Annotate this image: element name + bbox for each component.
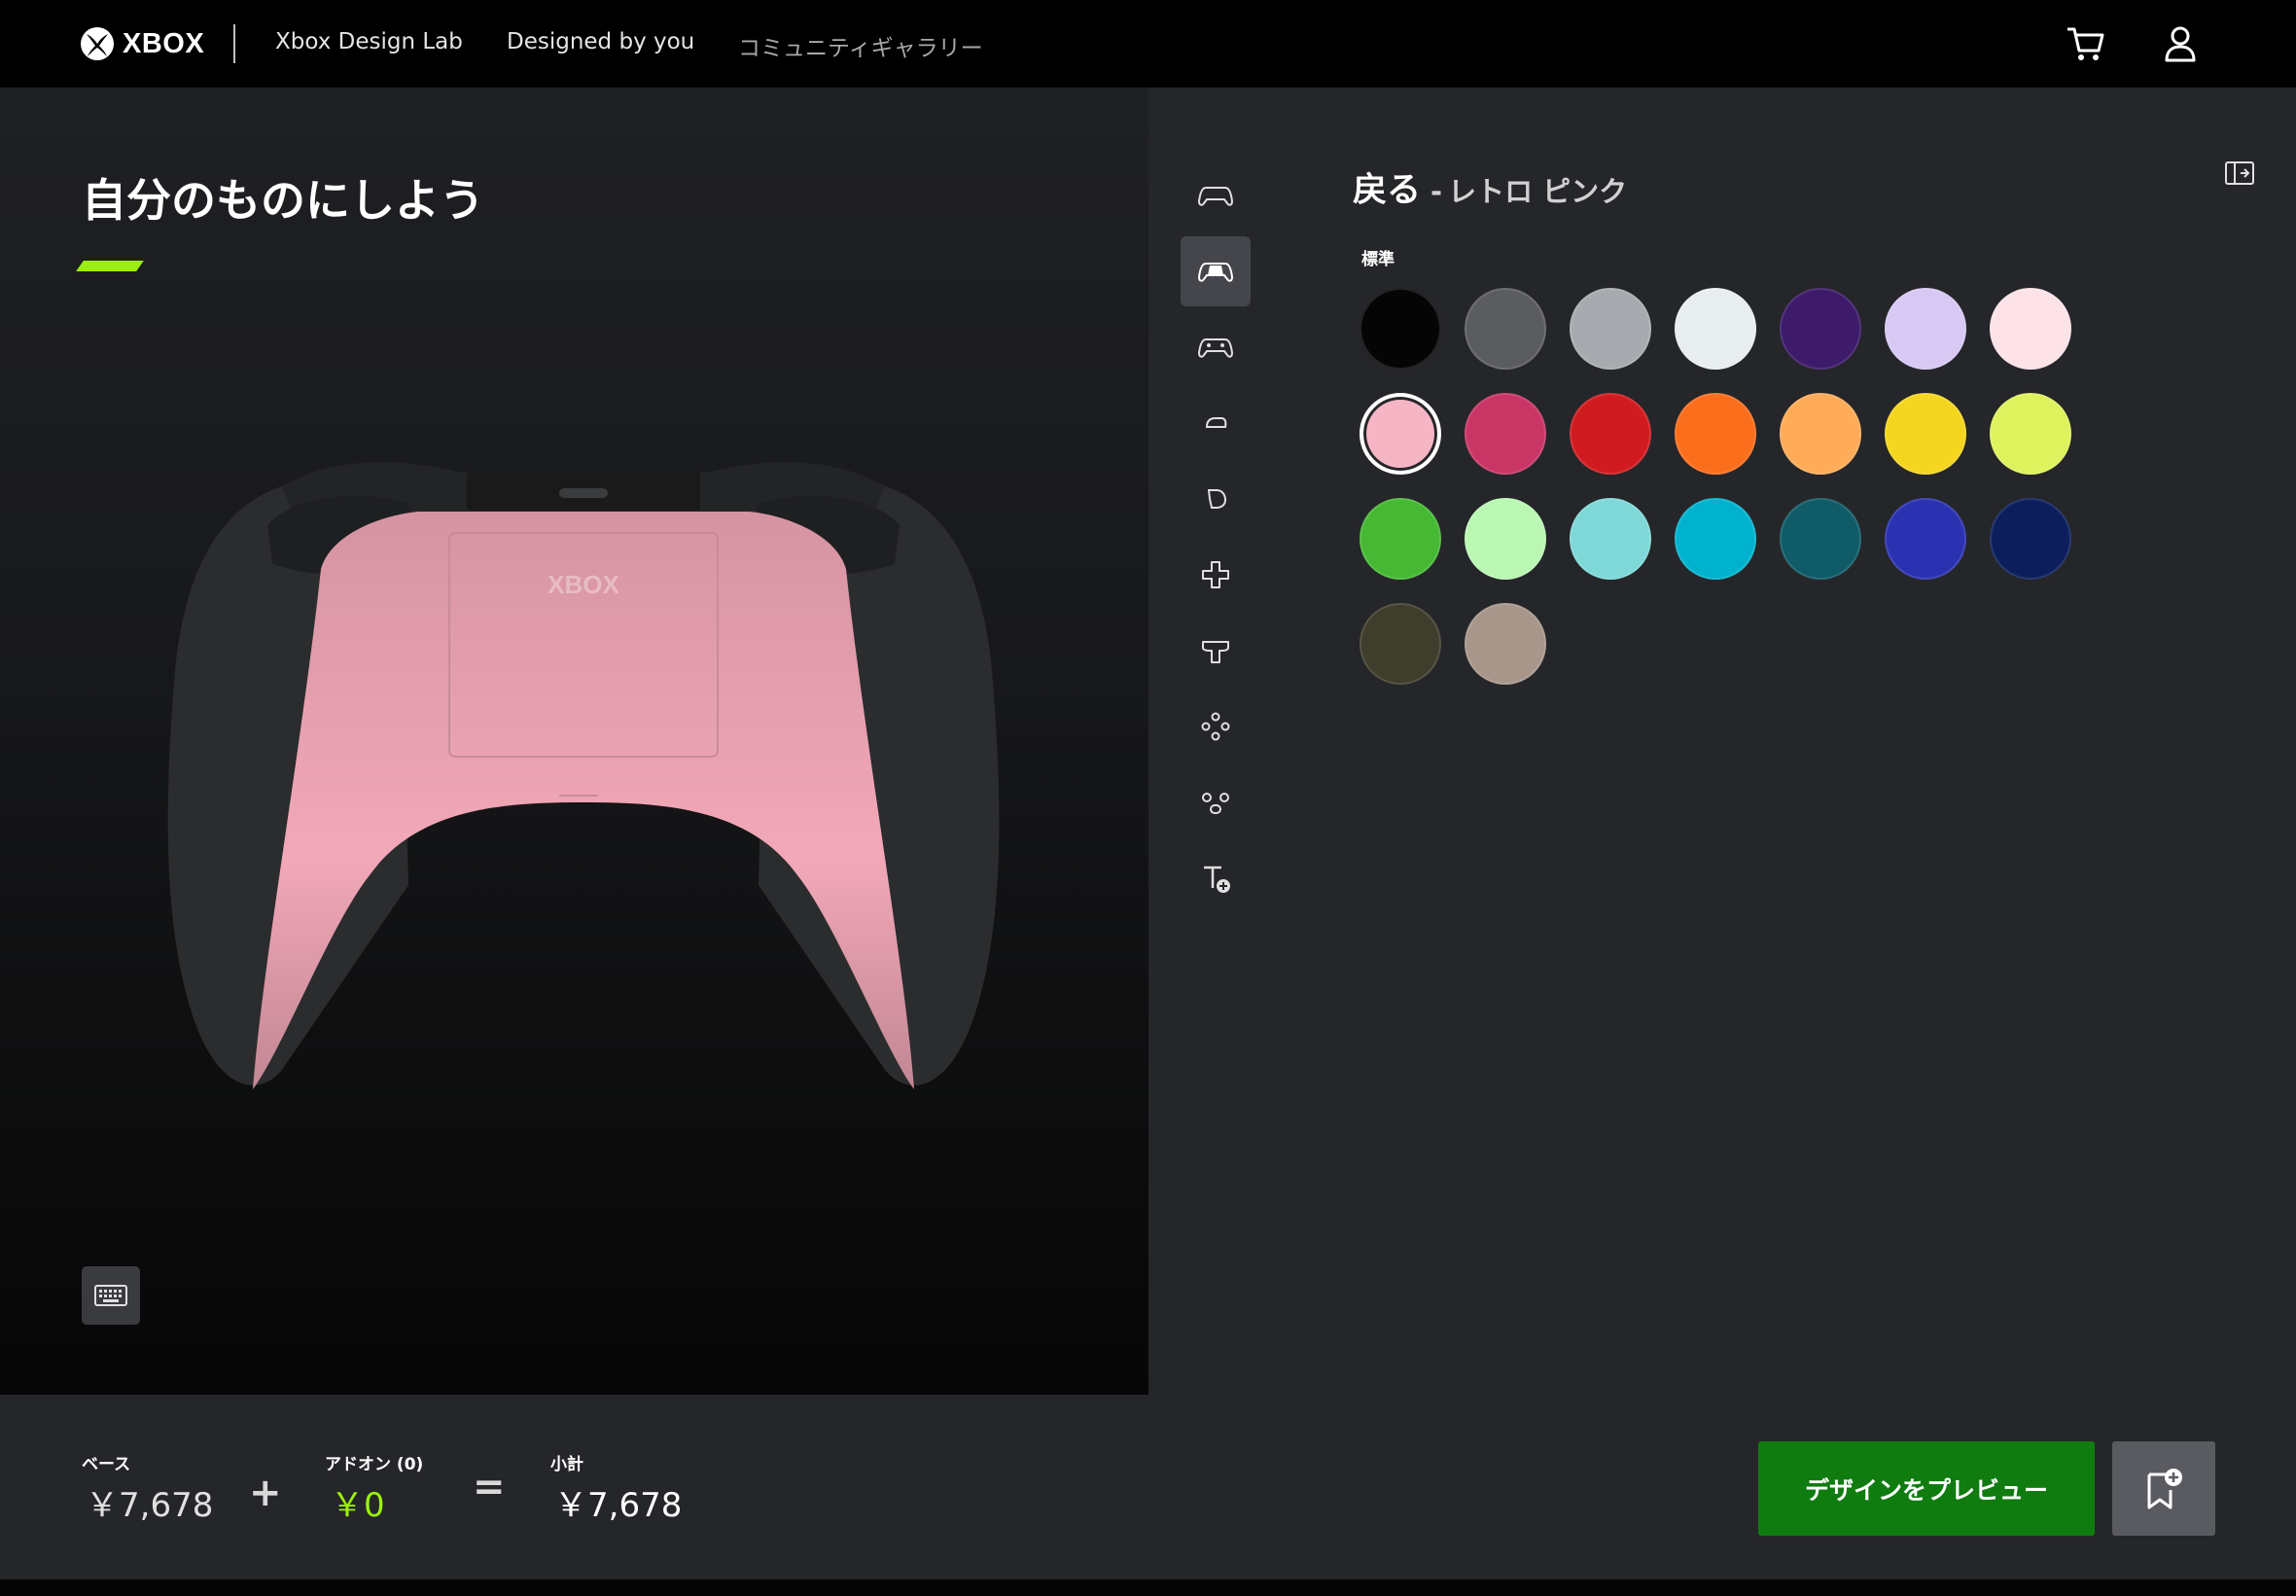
color-swatch[interactable] bbox=[1465, 393, 1546, 475]
customization-panel: 戻る - レトロ ピンク 標準 bbox=[1148, 88, 2296, 1395]
panel-heading: 戻る - レトロ ピンク bbox=[1353, 162, 1627, 212]
controller-grips-icon bbox=[1198, 338, 1233, 358]
controller-front-icon bbox=[1198, 187, 1233, 206]
base-price-value: ￥7,678 bbox=[86, 1486, 214, 1525]
color-swatch[interactable] bbox=[1990, 393, 2071, 475]
rail-bumpers[interactable] bbox=[1181, 388, 1251, 458]
rail-view-menu-share[interactable] bbox=[1181, 767, 1251, 837]
color-swatch[interactable] bbox=[1360, 288, 1441, 370]
color-swatch[interactable] bbox=[1570, 393, 1651, 475]
selected-color-name: レトロ ピンク bbox=[1448, 175, 1628, 208]
rail-engraving[interactable] bbox=[1181, 843, 1251, 913]
color-swatch[interactable] bbox=[1885, 288, 1966, 370]
color-swatch[interactable] bbox=[1675, 498, 1756, 580]
price-footer: ベース ￥7,678 + アドオン (0) ￥0 = 小計 ￥7,678 デザイ… bbox=[0, 1395, 2296, 1579]
collapse-panel-icon[interactable] bbox=[2220, 154, 2259, 193]
color-swatch[interactable] bbox=[1570, 288, 1651, 370]
color-swatch[interactable] bbox=[1780, 393, 1861, 475]
color-swatch[interactable] bbox=[1360, 393, 1441, 475]
cart-icon[interactable] bbox=[2064, 21, 2108, 66]
color-swatch[interactable] bbox=[1465, 288, 1546, 370]
color-swatch[interactable] bbox=[1885, 393, 1966, 475]
addon-price-value: ￥0 bbox=[331, 1486, 385, 1525]
dpad-icon bbox=[1202, 561, 1229, 588]
bookmark-add-icon bbox=[2147, 1468, 2182, 1508]
brand-wordmark: XBOX bbox=[123, 27, 205, 59]
color-swatch[interactable] bbox=[1570, 498, 1651, 580]
abxy-buttons-icon bbox=[1201, 712, 1230, 741]
color-swatch[interactable] bbox=[1780, 498, 1861, 580]
engraving-icon bbox=[1204, 866, 1230, 893]
rail-abxy[interactable] bbox=[1181, 692, 1251, 762]
footer-bottom-strip bbox=[0, 1579, 2296, 1596]
xbox-home-link[interactable]: XBOX bbox=[80, 26, 204, 61]
color-swatch[interactable] bbox=[1990, 288, 2071, 370]
rail-controller-back[interactable] bbox=[1181, 236, 1251, 306]
color-swatch[interactable] bbox=[1360, 498, 1441, 580]
nav-link-design-lab[interactable]: Xbox Design Lab bbox=[275, 29, 463, 54]
nav-link-designed-by-you[interactable]: Designed by you bbox=[507, 29, 694, 54]
rail-thumbsticks[interactable] bbox=[1181, 616, 1251, 686]
preview-design-button[interactable]: デザインをプレビュー bbox=[1758, 1441, 2095, 1536]
subtotal-label: 小計 bbox=[550, 1455, 583, 1474]
addon-price-label: アドオン (0) bbox=[325, 1455, 424, 1474]
title-accent-bar bbox=[76, 261, 144, 271]
save-design-button[interactable] bbox=[2112, 1441, 2215, 1536]
view-menu-share-icon bbox=[1202, 793, 1229, 814]
xbox-logo-icon bbox=[81, 27, 114, 60]
svg-text:XBOX: XBOX bbox=[548, 570, 619, 599]
keyboard-shortcuts-button[interactable] bbox=[82, 1266, 140, 1325]
rail-dpad[interactable] bbox=[1181, 540, 1251, 610]
subtotal-value: ￥7,678 bbox=[554, 1486, 683, 1525]
controller-back-render[interactable]: XBOX bbox=[165, 418, 1002, 1109]
color-swatch[interactable] bbox=[1675, 393, 1756, 475]
rail-grips[interactable] bbox=[1181, 312, 1251, 382]
back-link[interactable]: 戻る bbox=[1353, 171, 1421, 210]
heading-separator: - bbox=[1431, 175, 1443, 208]
color-swatch[interactable] bbox=[1675, 288, 1756, 370]
thumbsticks-icon bbox=[1202, 641, 1229, 663]
color-swatch[interactable] bbox=[1465, 603, 1546, 685]
base-price-label: ベース bbox=[82, 1455, 131, 1474]
rail-controller-front[interactable] bbox=[1181, 160, 1251, 231]
controller-preview-panel: 自分のものにしよう XBOX bbox=[0, 88, 1148, 1395]
keyboard-icon bbox=[94, 1285, 127, 1306]
color-swatch[interactable] bbox=[1780, 288, 1861, 370]
plus-operator: + bbox=[249, 1471, 282, 1515]
top-navigation: XBOX Xbox Design Lab Designed by you コミュ… bbox=[0, 0, 2296, 88]
color-swatch[interactable] bbox=[1885, 498, 1966, 580]
component-rail bbox=[1181, 160, 1251, 919]
triggers-icon bbox=[1207, 489, 1227, 509]
color-swatch[interactable] bbox=[1360, 603, 1441, 685]
bumpers-icon bbox=[1205, 417, 1227, 428]
color-group-label: 標準 bbox=[1361, 250, 1395, 269]
controller-back-icon bbox=[1198, 263, 1233, 282]
equals-operator: = bbox=[473, 1465, 506, 1509]
color-swatch-grid bbox=[1360, 288, 2099, 685]
nav-link-community-gallery[interactable]: コミュニティギャラリー bbox=[738, 29, 983, 62]
color-swatch[interactable] bbox=[1465, 498, 1546, 580]
account-icon[interactable] bbox=[2158, 21, 2203, 66]
rail-triggers[interactable] bbox=[1181, 464, 1251, 534]
nav-divider bbox=[233, 24, 235, 63]
page-title: 自分のものにしよう bbox=[82, 174, 484, 227]
color-swatch[interactable] bbox=[1990, 498, 2071, 580]
